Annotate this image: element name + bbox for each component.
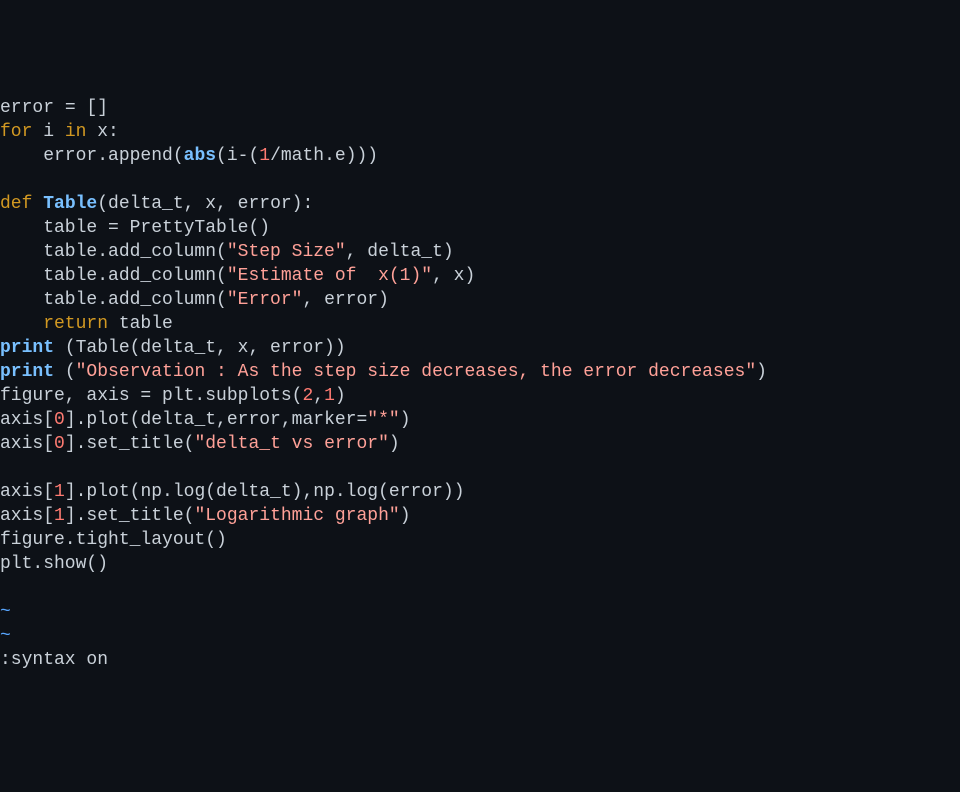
code-line: table = PrettyTable() (0, 218, 270, 238)
string: "Logarithmic graph" (194, 506, 399, 526)
string: "Error" (227, 290, 303, 310)
code-token: table.add_column( (0, 290, 227, 310)
vim-command-line[interactable]: :syntax on (0, 650, 108, 670)
code-token: ( (54, 362, 76, 382)
code-editor[interactable]: error = [] for i in x: error.append(abs(… (0, 96, 960, 672)
keyword-in: in (65, 122, 87, 142)
string: "*" (367, 410, 399, 430)
code-line: plt.show() (0, 554, 108, 574)
code-token: error.append( (0, 146, 184, 166)
string: "Estimate of x(1)" (227, 266, 432, 286)
code-token: ) (756, 362, 767, 382)
builtin-abs: abs (184, 146, 216, 166)
code-token: , x) (432, 266, 475, 286)
number: 2 (302, 386, 313, 406)
number: 1 (54, 482, 65, 502)
code-token: ].plot(np.log(delta_t),np.log(error)) (65, 482, 465, 502)
code-token: ].set_title( (65, 434, 195, 454)
vim-tilde: ~ (0, 602, 11, 622)
number: 0 (54, 410, 65, 430)
string: "delta_t vs error" (194, 434, 388, 454)
number: 1 (324, 386, 335, 406)
code-token: error (0, 98, 54, 118)
code-token: ].set_title( (65, 506, 195, 526)
code-token: ) (335, 386, 346, 406)
keyword-for: for (0, 122, 32, 142)
code-token: i (32, 122, 64, 142)
code-token: , (313, 386, 324, 406)
keyword-return: return (0, 314, 108, 334)
code-token: = [] (54, 98, 108, 118)
builtin-print: print (0, 338, 54, 358)
keyword-def: def (0, 194, 32, 214)
code-token: axis[ (0, 482, 54, 502)
code-token: , error) (302, 290, 388, 310)
number: 1 (54, 506, 65, 526)
code-token (32, 194, 43, 214)
number: 0 (54, 434, 65, 454)
code-token: , delta_t) (346, 242, 454, 262)
code-token: ].plot(delta_t,error,marker= (65, 410, 367, 430)
code-token: figure, axis = plt.subplots( (0, 386, 302, 406)
code-token: ) (400, 410, 411, 430)
code-token: x: (86, 122, 118, 142)
builtin-print: print (0, 362, 54, 382)
code-token: (i-( (216, 146, 259, 166)
number: 1 (259, 146, 270, 166)
code-token: axis[ (0, 434, 54, 454)
code-token: ) (389, 434, 400, 454)
code-token: (Table(delta_t, x, error)) (54, 338, 346, 358)
code-token: ) (400, 506, 411, 526)
vim-tilde: ~ (0, 626, 11, 646)
code-token: (delta_t, x, error): (97, 194, 313, 214)
code-token: table (108, 314, 173, 334)
code-token: axis[ (0, 410, 54, 430)
code-token: table.add_column( (0, 242, 227, 262)
function-name: Table (43, 194, 97, 214)
code-token: axis[ (0, 506, 54, 526)
string: "Step Size" (227, 242, 346, 262)
code-line: figure.tight_layout() (0, 530, 227, 550)
code-token: /math.e))) (270, 146, 378, 166)
code-token: table.add_column( (0, 266, 227, 286)
string: "Observation : As the step size decrease… (76, 362, 757, 382)
